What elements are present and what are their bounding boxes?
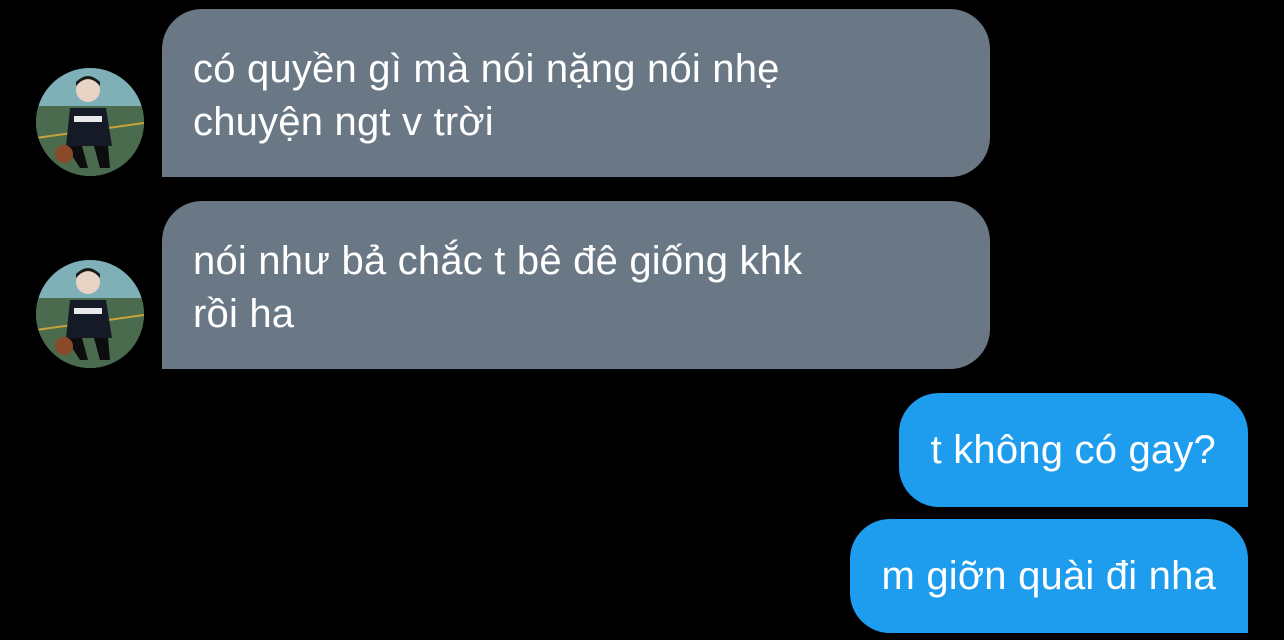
message-bubble-outgoing[interactable]: t không có gay?: [898, 393, 1248, 507]
message-bubble-incoming[interactable]: có quyền gì mà nói nặng nói nhẹ chuyện n…: [162, 9, 990, 177]
avatar-photo-icon: [36, 68, 144, 176]
avatar-photo-icon: [36, 260, 144, 368]
sender-avatar[interactable]: [36, 68, 144, 176]
message-text-line: nói như bả chắc t bê đê giống khk: [193, 239, 803, 283]
message-bubble-outgoing[interactable]: m giỡn quài đi nha: [849, 519, 1248, 633]
message-text-line: rồi ha: [193, 292, 295, 336]
message-bubble-incoming[interactable]: nói như bả chắc t bê đê giống khk rồi ha: [162, 201, 990, 369]
message-text-line: m giỡn quài đi nha: [881, 553, 1216, 598]
message-text-line: t không có gay?: [930, 427, 1216, 472]
chat-thread: có quyền gì mà nói nặng nói nhẹ chuyện n…: [0, 0, 1284, 640]
message-text-line: có quyền gì mà nói nặng nói nhẹ: [193, 47, 780, 91]
message-text-line: chuyện ngt v trời: [193, 100, 494, 144]
sender-avatar[interactable]: [36, 260, 144, 368]
